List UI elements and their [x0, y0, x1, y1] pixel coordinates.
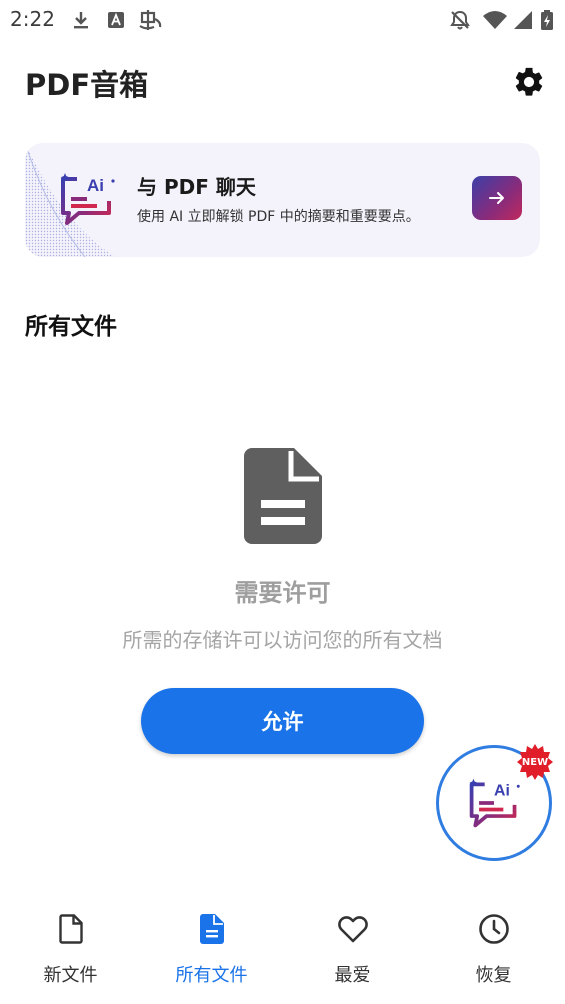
- font-icon: [108, 12, 124, 28]
- signal-icon: [514, 11, 532, 29]
- notifications-off-icon: [450, 10, 470, 30]
- promo-description: 使用 AI 立即解锁 PDF 中的摘要和重要要点。: [137, 209, 420, 225]
- document-icon: [244, 448, 322, 544]
- nav-item-all-files[interactable]: 所有文件: [141, 895, 282, 1004]
- heart-icon: [338, 916, 368, 943]
- file-filled-icon: [200, 914, 224, 944]
- nav-label-recover: 恢复: [475, 965, 512, 986]
- screen: 2:22 PDF音箱 Ai 与 PDF 聊天 使用 AI 立即解锁 PDF 中的…: [0, 0, 565, 1004]
- wifi-icon: [483, 11, 507, 29]
- nav-item-recover[interactable]: 恢复: [423, 895, 564, 1004]
- arrow-right-icon: [489, 192, 504, 204]
- ai-chat-icon: Ai: [60, 173, 115, 225]
- chat-with-pdf-card[interactable]: Ai 与 PDF 聊天 使用 AI 立即解锁 PDF 中的摘要和重要要点。: [25, 143, 540, 257]
- status-time: 2:22: [10, 7, 55, 31]
- battery-charging-icon: [541, 10, 553, 30]
- file-outline-icon: [59, 914, 83, 944]
- status-bar: 2:22: [0, 0, 565, 40]
- promo-arrow-button[interactable]: [472, 176, 522, 220]
- ai-chat-icon: Ai: [469, 778, 520, 828]
- ai-icon-text: Ai: [87, 176, 104, 195]
- bottom-navigation: 新文件 所有文件 最爱 恢复: [0, 895, 565, 1004]
- section-title: 所有文件: [25, 314, 117, 340]
- settings-button[interactable]: [509, 62, 549, 102]
- app-title: PDF音箱: [25, 68, 149, 102]
- nav-label-all-files: 所有文件: [175, 965, 248, 986]
- new-badge: NEW: [516, 743, 554, 781]
- new-badge-label: NEW: [521, 756, 549, 768]
- nav-item-new-files[interactable]: 新文件: [0, 895, 141, 1004]
- gear-icon: [515, 67, 543, 96]
- chinese-input-icon: [139, 10, 162, 30]
- promo-title: 与 PDF 聊天: [137, 175, 256, 199]
- allow-button[interactable]: 允许: [141, 688, 424, 754]
- nav-label-favorites: 最爱: [334, 965, 371, 986]
- nav-label-new-files: 新文件: [43, 965, 98, 986]
- ai-icon-text: Ai: [494, 783, 510, 800]
- nav-item-favorites[interactable]: 最爱: [282, 895, 423, 1004]
- permission-title: 需要许可: [234, 579, 331, 607]
- download-icon: [74, 12, 88, 29]
- permission-description: 所需的存储许可以访问您的所有文档: [122, 628, 443, 652]
- clock-icon: [479, 914, 509, 944]
